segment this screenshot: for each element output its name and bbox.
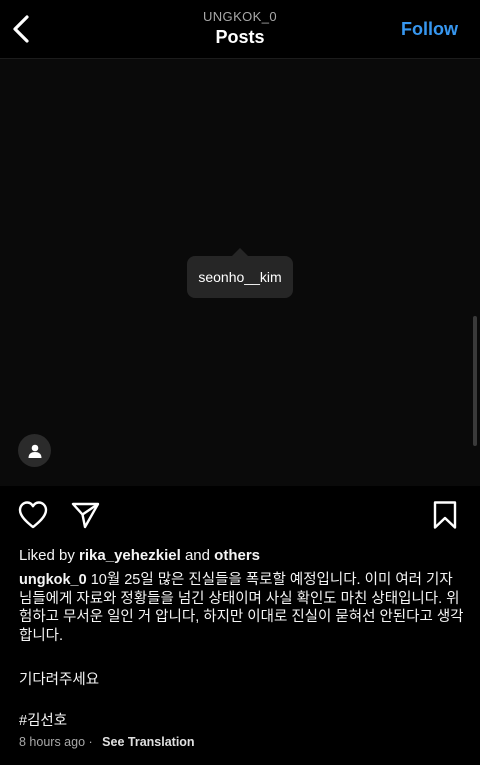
follow-button[interactable]: Follow <box>401 19 458 40</box>
tagged-users-button[interactable] <box>18 434 51 467</box>
heart-icon[interactable] <box>17 499 49 531</box>
see-translation-link[interactable]: See Translation <box>102 735 194 749</box>
post-caption: ungkok_0 10월 25일 많은 진실들을 폭로할 예정입니다. 이미 여… <box>19 571 464 645</box>
liker-username[interactable]: rika_yehezkiel <box>79 547 181 564</box>
likes-prefix: Liked by <box>19 547 75 564</box>
scrollbar-thumb[interactable] <box>473 316 477 446</box>
meta-separator: · <box>88 735 93 749</box>
bookmark-icon[interactable] <box>429 499 461 531</box>
user-tag-bubble[interactable]: seonho__kim <box>187 248 293 298</box>
caption-username[interactable]: ungkok_0 <box>19 572 87 588</box>
action-bar <box>0 494 480 538</box>
likes-others[interactable]: others <box>214 547 260 564</box>
top-bar: UNGKOK_0 Posts Follow <box>0 0 480 59</box>
post-media[interactable]: seonho__kim <box>0 59 480 486</box>
user-tag-icon <box>28 444 41 458</box>
likes-conj: and <box>184 547 210 564</box>
share-icon[interactable] <box>69 499 101 531</box>
caption-line-wait: 기다려주세요 <box>19 672 100 688</box>
hashtag-link[interactable]: #김선호 <box>19 709 67 730</box>
post-timestamp: 8 hours ago <box>19 735 86 749</box>
post-meta: 8 hours ago · See Translation <box>19 735 195 749</box>
likes-line: Liked by rika_yehezkiel and others <box>19 547 260 564</box>
